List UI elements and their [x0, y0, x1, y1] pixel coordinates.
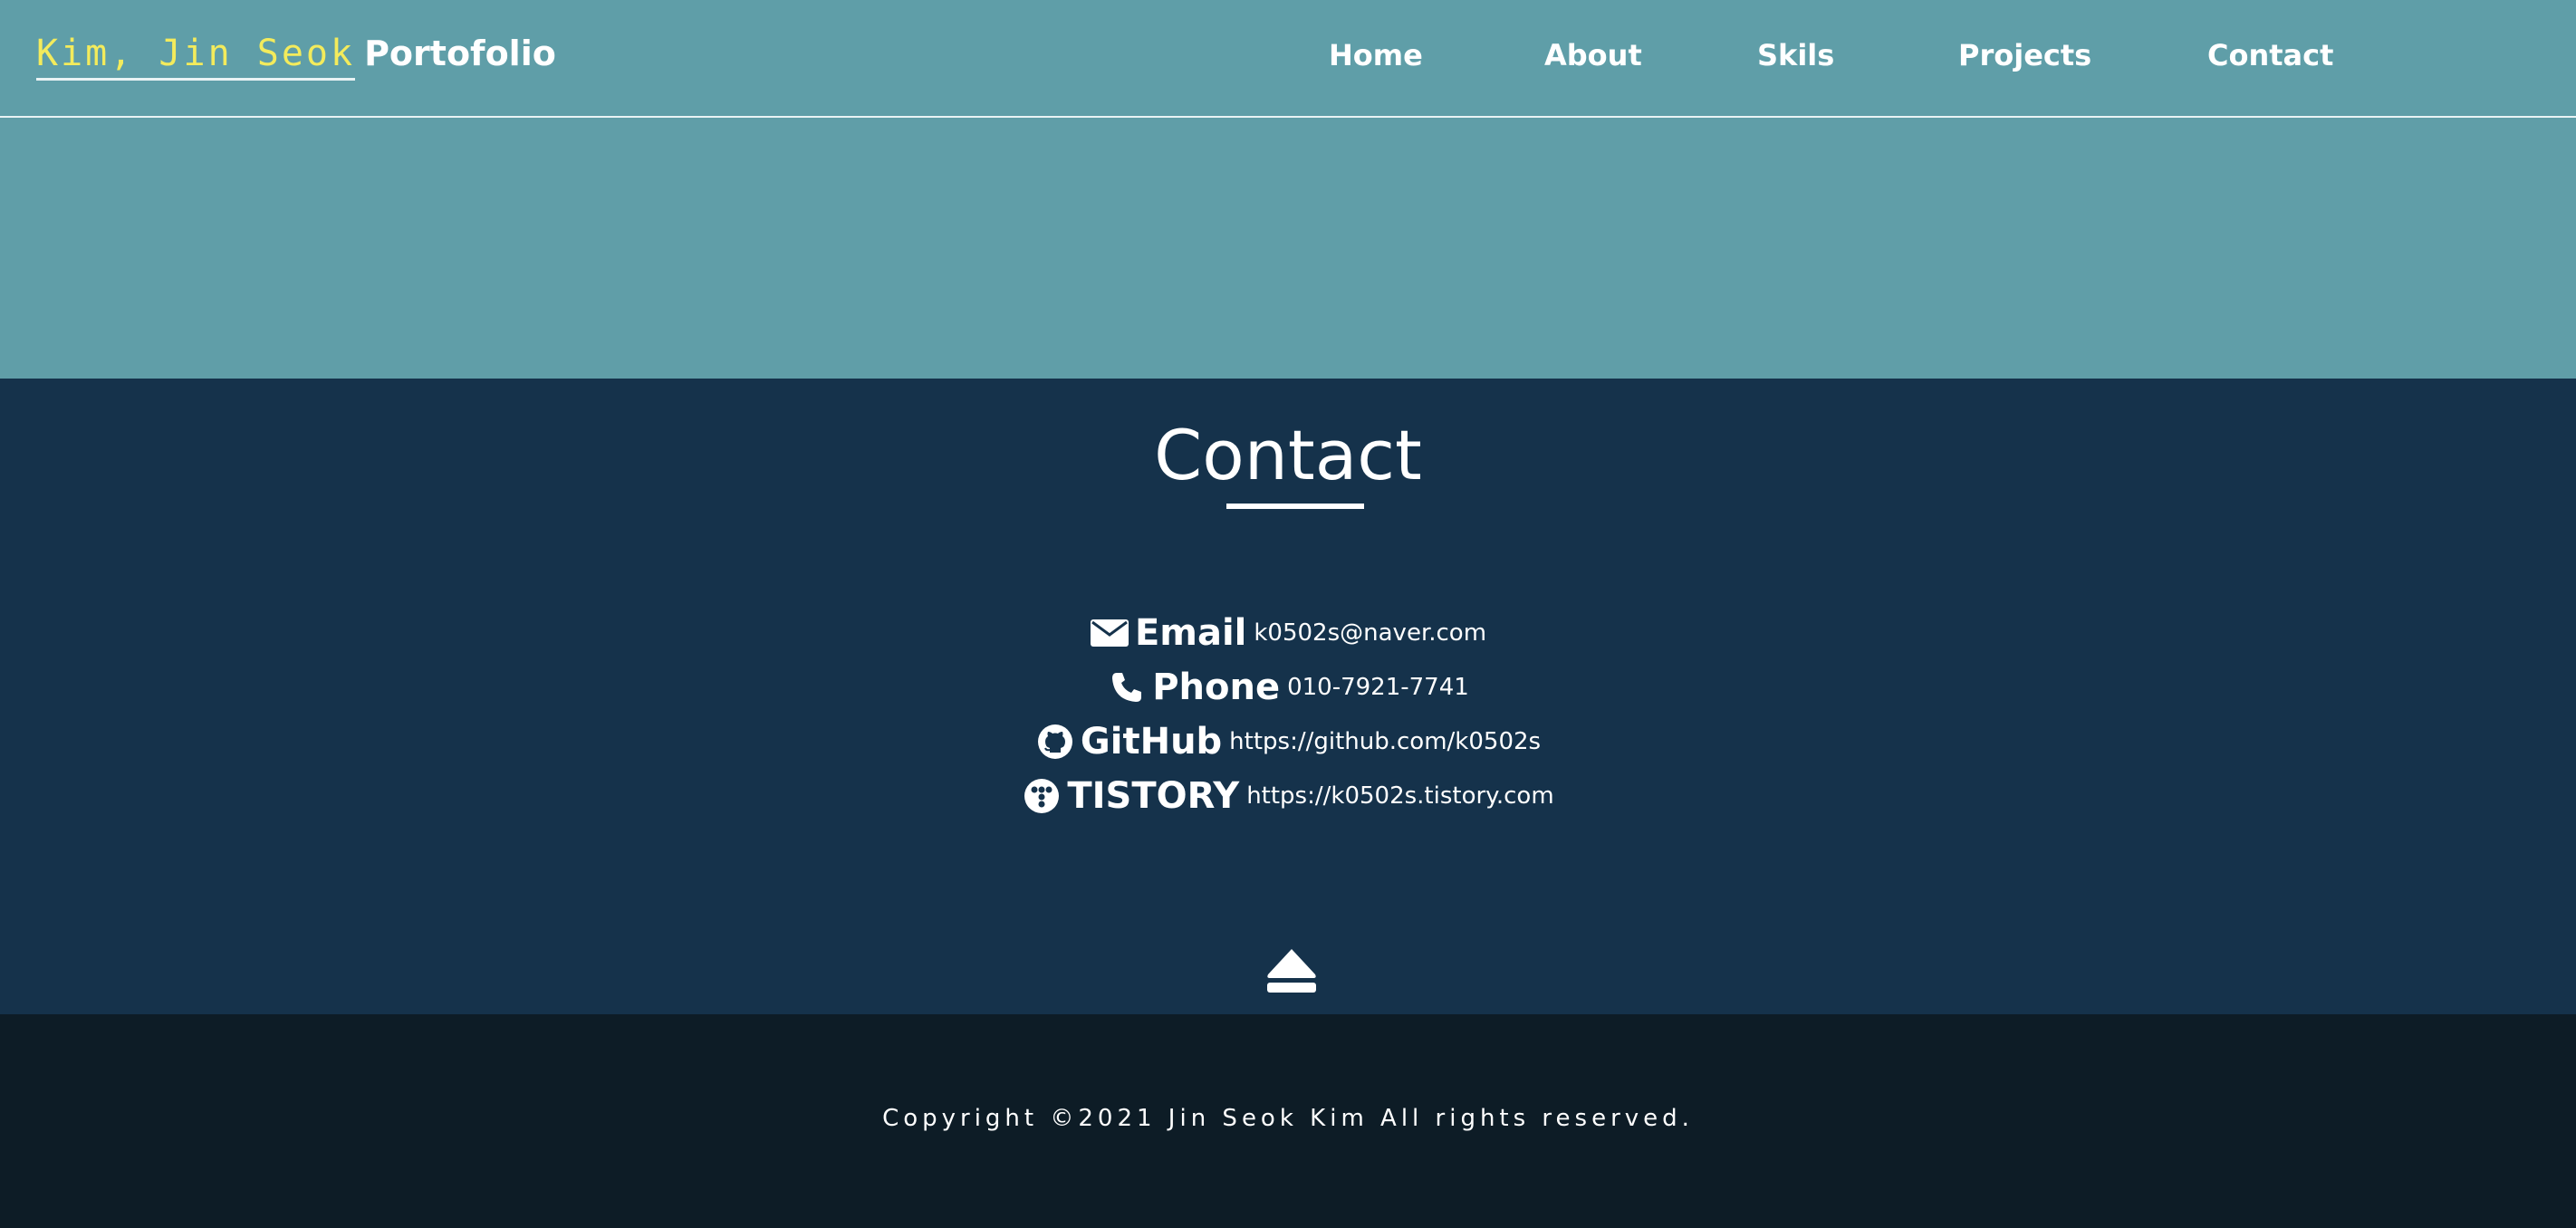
footer: Copyright ©2021 Jin Seok Kim All rights …: [0, 1014, 2576, 1228]
phone-value: 010-7921-7741: [1287, 674, 1469, 701]
nav-skils[interactable]: Skils: [1757, 38, 1834, 72]
contact-tistory-row: TISTORY https://k0502s.tistory.com: [0, 775, 2576, 817]
phone-label: Phone: [1152, 667, 1281, 708]
contact-email-row: Email k0502s@naver.com: [0, 612, 2576, 654]
eject-icon: [1267, 949, 1316, 993]
title-underline: [1226, 504, 1364, 509]
contact-github-row: GitHub https://github.com/k0502s: [0, 721, 2576, 763]
nav-home[interactable]: Home: [1329, 38, 1423, 72]
nav-about[interactable]: About: [1544, 38, 1642, 72]
copyright-text: Copyright ©2021 Jin Seok Kim All rights …: [882, 1105, 1694, 1132]
phone-icon: [1107, 667, 1147, 707]
scroll-to-top-button[interactable]: [1264, 947, 1319, 994]
github-label: GitHub: [1080, 721, 1223, 763]
nav-projects[interactable]: Projects: [1958, 38, 2091, 72]
envelope-icon: [1090, 613, 1129, 653]
hero-band: [0, 118, 2576, 379]
github-link[interactable]: https://github.com/k0502s: [1229, 728, 1541, 755]
header: Kim, Jin Seok Portofolio Home About Skil…: [0, 0, 2576, 118]
main-nav: Home About Skils Projects Contact: [0, 0, 2576, 114]
contact-title: Contact: [1154, 415, 1422, 495]
contact-phone-row: Phone 010-7921-7741: [0, 667, 2576, 708]
tistory-label: TISTORY: [1067, 775, 1240, 817]
nav-contact[interactable]: Contact: [2207, 38, 2333, 72]
contact-section: Contact Email k0502s@naver.com Phone 010…: [0, 379, 2576, 1014]
tistory-link[interactable]: https://k0502s.tistory.com: [1246, 782, 1553, 810]
tistory-icon: [1022, 776, 1062, 816]
github-icon: [1035, 722, 1075, 762]
email-value[interactable]: k0502s@naver.com: [1254, 619, 1486, 647]
email-label: Email: [1134, 612, 1247, 654]
